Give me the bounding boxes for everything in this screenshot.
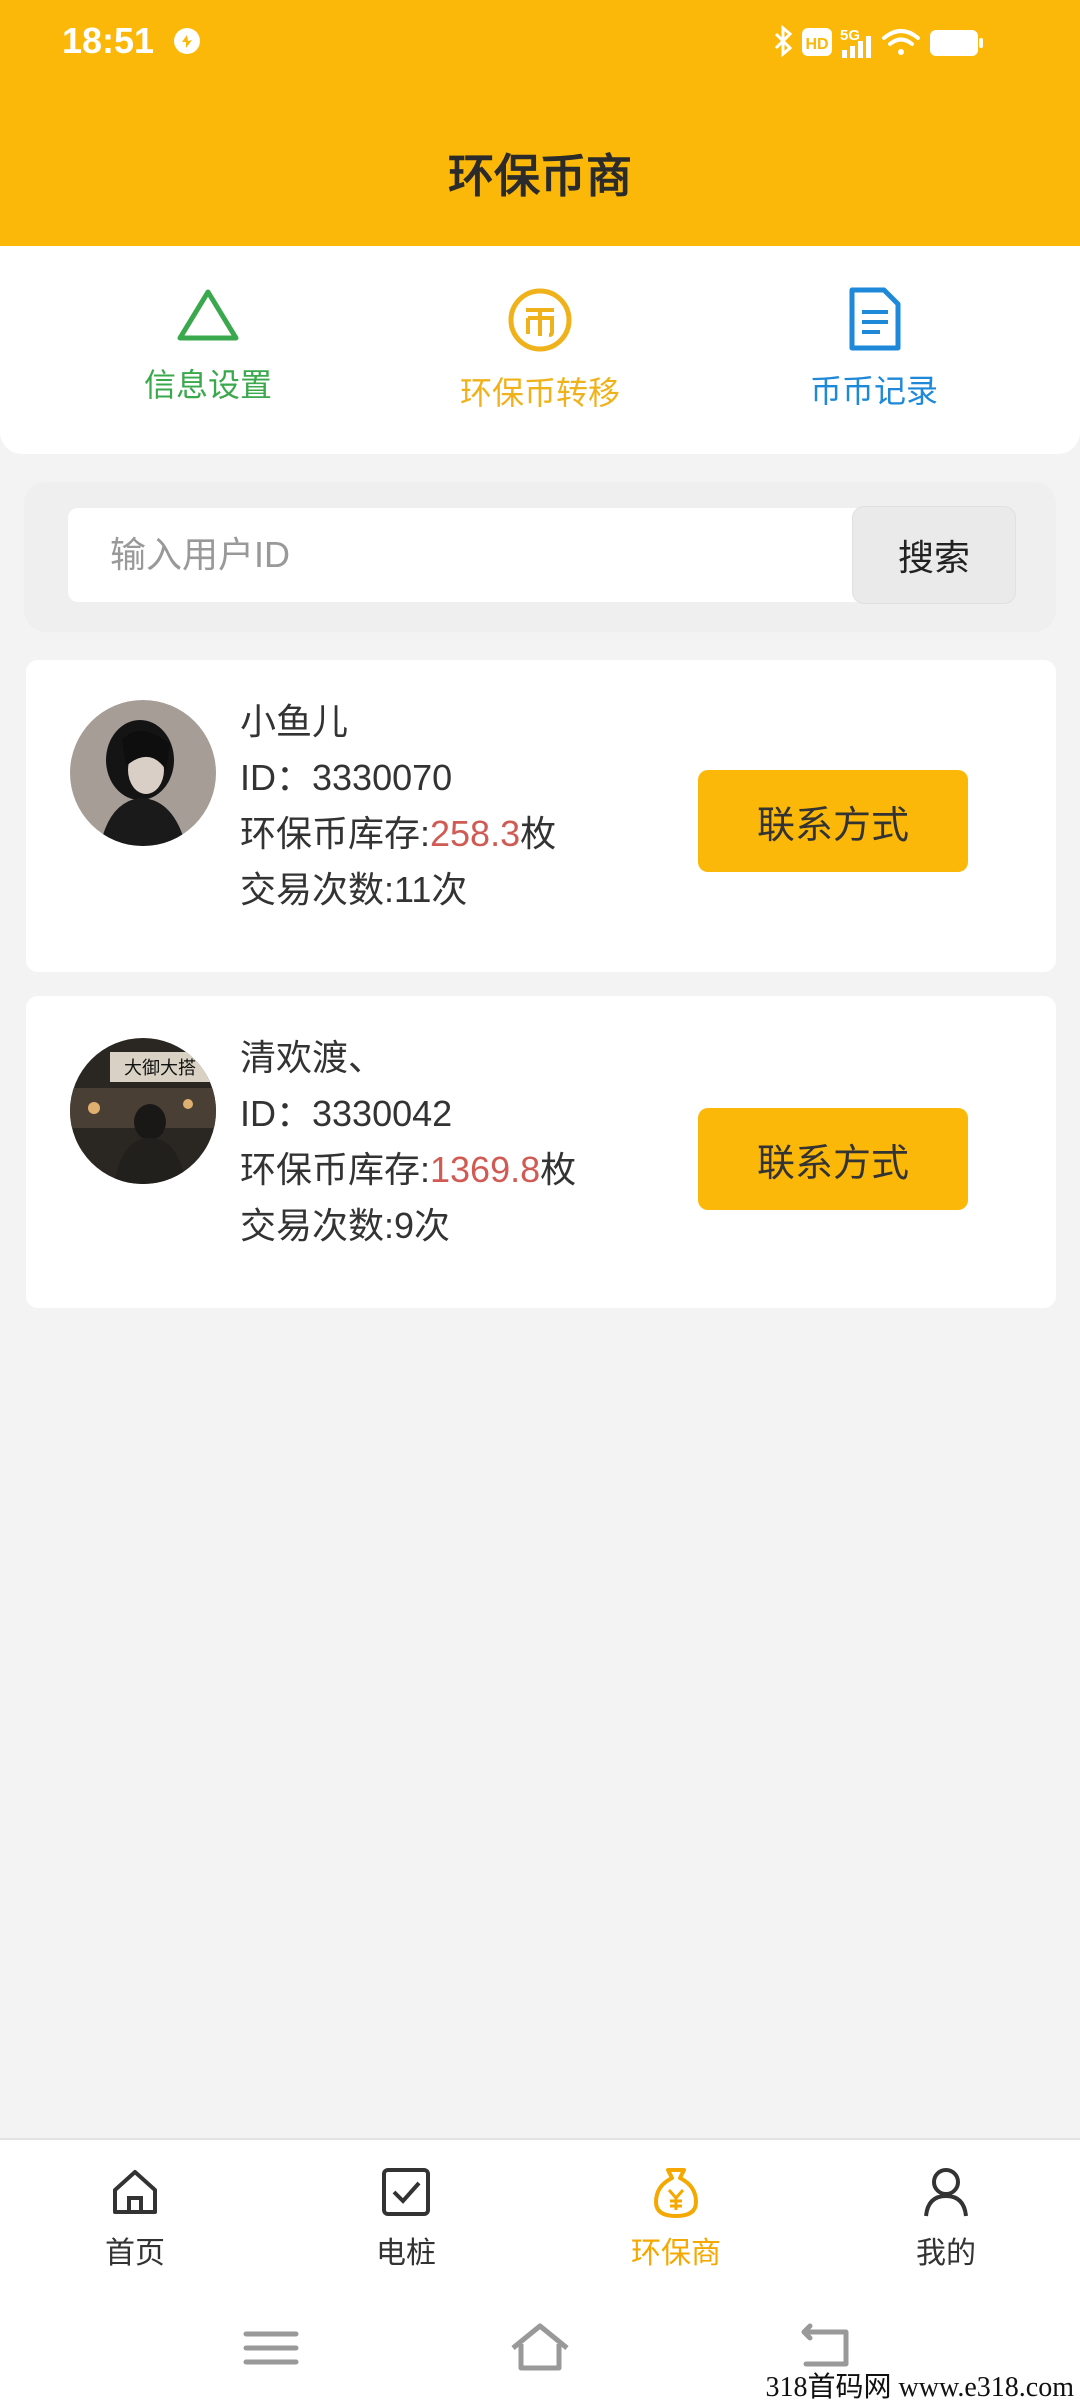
home-nav-icon[interactable] <box>505 2318 575 2378</box>
quick-item-label: 环保币转移 <box>459 375 620 411</box>
merchant-info: 小鱼儿 ID：3330070 环保币库存:258.3枚 交易次数:11次 <box>240 694 556 918</box>
checkbox-icon <box>382 2168 430 2216</box>
watermark: 318首码网 www.e318.com <box>728 2368 1080 2408</box>
network-type: 5G <box>840 27 860 44</box>
page-title: 环保币商 <box>448 150 632 202</box>
tab-eco-merchant[interactable]: 环保商 <box>576 2164 776 2272</box>
contact-button[interactable]: 联系方式 <box>698 770 968 872</box>
merchant-info: 清欢渡、 ID：3330042 环保币库存:1369.8枚 交易次数:9次 <box>240 1030 576 1254</box>
avatar: 大御大搭 <box>70 1038 216 1184</box>
merchant-card: 大御大搭 清欢渡、 ID：3330042 环保币库存:1369.8枚 交易次数:… <box>26 996 1056 1308</box>
app-header: 18:51 HD 5G 环保币商 <box>0 0 1080 246</box>
bottom-tab-bar: 首页 电桩 环保商 我的 <box>0 2138 1080 2290</box>
avatar-sign-text: 大御大搭 <box>124 1058 196 1079</box>
contact-button[interactable]: 联系方式 <box>698 1108 968 1210</box>
quick-item-coin-transfer[interactable]: 环保币转移 <box>390 286 690 414</box>
wifi-icon <box>882 29 920 55</box>
money-bag-icon <box>654 2168 698 2218</box>
tab-label: 环保商 <box>631 2237 721 2270</box>
status-time: 18:51 <box>62 20 155 61</box>
merchant-id: ID：3330070 <box>240 757 453 798</box>
merchant-stock: 环保币库存:258.3枚 <box>240 813 557 854</box>
merchant-id: ID：3330042 <box>240 1093 453 1134</box>
merchant-trades: 交易次数:11次 <box>240 869 468 910</box>
search-button[interactable]: 搜索 <box>852 506 1016 604</box>
menu-icon[interactable] <box>236 2318 306 2378</box>
search-input[interactable] <box>68 508 874 602</box>
stock-value: 258.3 <box>430 813 521 854</box>
quick-item-label: 信息设置 <box>143 367 272 403</box>
triangle-icon <box>177 289 239 341</box>
document-icon <box>849 287 901 351</box>
tab-label: 首页 <box>105 2237 165 2270</box>
merchant-stock: 环保币库存:1369.8枚 <box>240 1149 577 1190</box>
notification-icon <box>174 28 200 54</box>
merchant-card: 小鱼儿 ID：3330070 环保币库存:258.3枚 交易次数:11次 联系方… <box>26 660 1056 972</box>
merchant-name: 清欢渡、 <box>240 1037 385 1078</box>
search-bar: 搜索 <box>24 482 1056 632</box>
hd-badge-text: HD <box>805 36 828 53</box>
merchant-trades: 交易次数:9次 <box>240 1205 451 1246</box>
tab-label: 我的 <box>916 2237 976 2270</box>
tab-home[interactable]: 首页 <box>35 2164 235 2272</box>
quick-item-label: 币币记录 <box>809 373 938 409</box>
tab-charging-pile[interactable]: 电桩 <box>306 2164 506 2272</box>
home-icon <box>113 2170 157 2214</box>
stock-value: 1369.8 <box>430 1149 541 1190</box>
tab-profile[interactable]: 我的 <box>846 2164 1046 2272</box>
user-icon <box>924 2168 968 2217</box>
avatar <box>70 700 216 846</box>
tab-label: 电桩 <box>376 2237 436 2270</box>
battery-icon <box>930 30 978 56</box>
quick-item-coin-records[interactable]: 币币记录 <box>724 286 1024 412</box>
quick-menu: 信息设置 环保币转移 币币记录 <box>0 246 1080 454</box>
merchant-name: 小鱼儿 <box>240 701 349 742</box>
quick-item-info-settings[interactable]: 信息设置 <box>58 286 358 406</box>
status-icons: HD 5G <box>774 24 983 58</box>
bluetooth-icon <box>774 24 793 58</box>
coin-icon <box>508 288 572 352</box>
status-bar: 18:51 HD 5G <box>0 0 1080 90</box>
